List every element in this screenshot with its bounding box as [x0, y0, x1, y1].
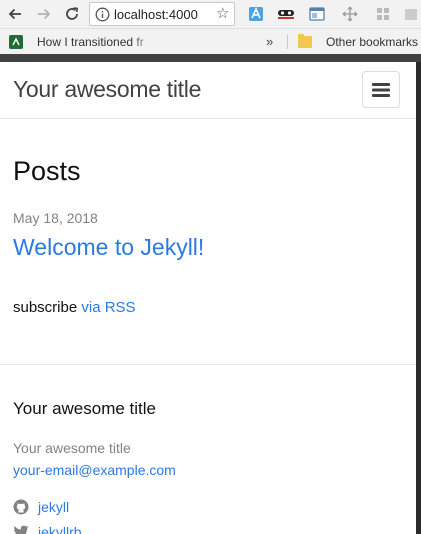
browser-toolbar: localhost:4000 ☆ — [0, 0, 421, 29]
info-icon[interactable] — [95, 7, 110, 22]
extension-move-icon[interactable] — [341, 5, 359, 23]
back-button[interactable] — [4, 4, 26, 24]
subscribe-text: subscribe — [13, 299, 78, 316]
extension-gray-icon[interactable] — [401, 5, 419, 23]
bookmarks-overflow-button[interactable]: » — [266, 34, 273, 49]
footer-email-link[interactable]: your-email@example.com — [13, 462, 176, 478]
address-bar[interactable]: localhost:4000 ☆ — [89, 2, 235, 26]
twitter-icon — [13, 524, 29, 534]
reload-icon — [66, 7, 79, 20]
extension-grid-icon[interactable] — [374, 5, 392, 23]
bookmarks-separator — [287, 35, 288, 49]
hamburger-icon — [372, 82, 390, 97]
page-heading: Posts — [13, 156, 81, 186]
page-top-strip — [0, 54, 421, 62]
reload-button[interactable] — [61, 4, 83, 24]
forward-button[interactable] — [33, 4, 55, 24]
other-bookmarks-label: Other bookmarks — [326, 34, 419, 49]
social-twitter[interactable]: jekyllrb — [13, 524, 82, 534]
footer-heading: Your awesome title — [13, 399, 157, 418]
arrow-left-icon — [8, 8, 21, 20]
subscribe-line: subscribe via RSS — [13, 299, 136, 316]
extension-incognito-icon[interactable] — [277, 5, 295, 23]
url-text[interactable]: localhost:4000 — [114, 7, 210, 22]
page-viewport: Your awesome title Posts May 18, 2018 We… — [0, 62, 416, 534]
post-date: May 18, 2018 — [13, 210, 98, 226]
post-title-link[interactable]: Welcome to Jekyll! — [13, 234, 204, 261]
bookmark-item[interactable]: How I transitioned fr — [9, 33, 155, 50]
bookmark-favicon-icon — [9, 34, 23, 49]
footer-divider — [0, 364, 416, 365]
site-title[interactable]: Your awesome title — [13, 76, 201, 103]
bookmark-label: How I transitioned fr — [37, 34, 144, 49]
menu-button[interactable] — [362, 71, 400, 108]
folder-icon — [298, 33, 312, 48]
twitter-link[interactable]: jekyllrb — [38, 524, 82, 534]
bookmark-star-icon[interactable]: ☆ — [216, 4, 229, 24]
extension-window-icon[interactable] — [308, 5, 326, 23]
arrow-right-icon — [38, 8, 51, 20]
bookmarks-bar: How I transitioned fr » Other bookmarks — [0, 29, 421, 54]
social-github[interactable]: jekyll — [13, 499, 69, 515]
footer-name: Your awesome title — [13, 440, 131, 456]
extension-dropbox-icon[interactable] — [247, 5, 265, 23]
github-link[interactable]: jekyll — [38, 499, 69, 515]
github-icon — [13, 499, 29, 515]
site-header: Your awesome title — [0, 62, 416, 119]
rss-link[interactable]: via RSS — [81, 299, 135, 316]
scrollbar[interactable] — [416, 62, 421, 534]
other-bookmarks-button[interactable]: Other bookmarks — [298, 33, 418, 50]
